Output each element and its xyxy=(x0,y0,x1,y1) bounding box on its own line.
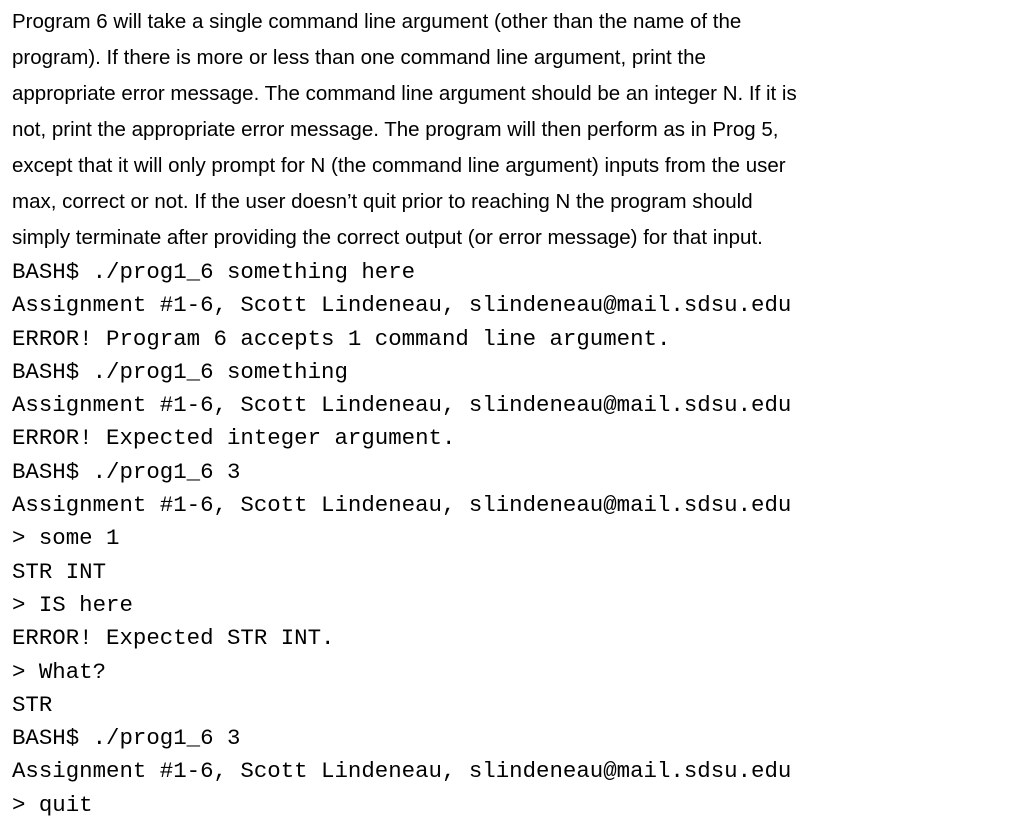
description-line: max, correct or not. If the user doesn’t… xyxy=(12,190,753,213)
description-line: program). If there is more or less than … xyxy=(12,46,706,69)
description-line: Program 6 will take a single command lin… xyxy=(12,10,742,33)
shell-command-line: BASH$ ./prog1_6 3 xyxy=(12,458,241,485)
user-input-line: > What? xyxy=(12,658,107,685)
assignment-description: Program 6 will take a single command lin… xyxy=(12,4,1012,256)
user-input-line: > IS here xyxy=(12,591,133,618)
user-input-line: > quit xyxy=(12,791,93,818)
user-input-line: > some 1 xyxy=(12,525,120,552)
program-output-line: STR xyxy=(12,691,53,718)
program-output-line: STR INT xyxy=(12,558,107,585)
shell-command-line: BASH$ ./prog1_6 3 xyxy=(12,725,241,752)
error-message-line: ERROR! Program 6 accepts 1 command line … xyxy=(12,325,671,352)
program-banner-line: Assignment #1-6, Scott Lindeneau, slinde… xyxy=(12,392,792,419)
description-line: except that it will only prompt for N (t… xyxy=(12,154,786,177)
error-message-line: ERROR! Expected integer argument. xyxy=(12,425,456,452)
example-terminal-session: BASH$ ./prog1_6 something here Assignmen… xyxy=(12,256,1012,822)
program-banner-line: Assignment #1-6, Scott Lindeneau, slinde… xyxy=(12,292,792,319)
description-line: appropriate error message. The command l… xyxy=(12,82,797,105)
program-banner-line: Assignment #1-6, Scott Lindeneau, slinde… xyxy=(12,492,792,519)
description-line: simply terminate after providing the cor… xyxy=(12,226,763,249)
error-message-line: ERROR! Expected STR INT. xyxy=(12,625,335,652)
assignment-document: Program 6 will take a single command lin… xyxy=(12,4,1012,822)
description-line: not, print the appropriate error message… xyxy=(12,118,779,141)
program-banner-line: Assignment #1-6, Scott Lindeneau, slinde… xyxy=(12,758,792,785)
shell-command-line: BASH$ ./prog1_6 something here xyxy=(12,259,416,285)
shell-command-line: BASH$ ./prog1_6 something xyxy=(12,358,348,385)
